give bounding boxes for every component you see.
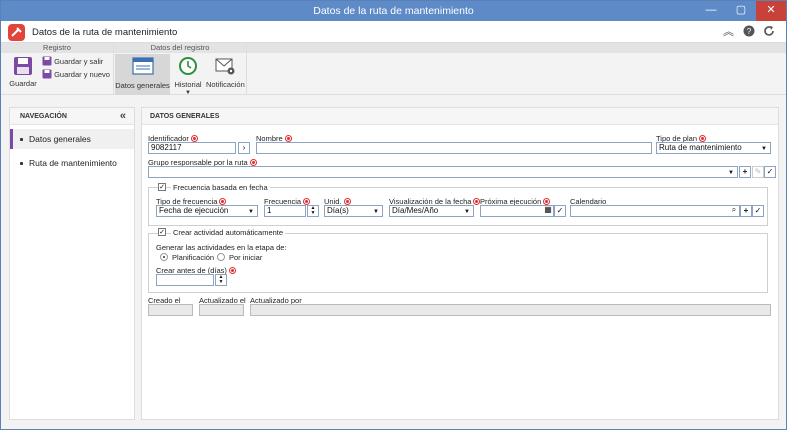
clear-icon[interactable]: ✓ [764, 166, 776, 178]
clear-date-icon[interactable]: ✓ [554, 205, 566, 217]
actualizado-field [199, 304, 244, 316]
historial-button[interactable]: Historial ▼ [173, 56, 203, 98]
radio-por-iniciar-label: Por iniciar [229, 253, 263, 262]
ribbon-empty-area [247, 43, 786, 95]
radio-por-iniciar[interactable] [217, 253, 225, 261]
guardar-nuevo-button[interactable]: Guardar y nuevo [42, 69, 110, 80]
ribbon-toolbar: Registro Datos del registro Guardar Guar… [1, 43, 786, 98]
ribbon-group-title: Datos del registro [114, 43, 246, 53]
nav-header: NAVEGACIÓN « [10, 108, 134, 125]
save-exit-icon [42, 56, 52, 66]
actividad-checkbox[interactable]: ✓ [158, 228, 166, 236]
edit-icon[interactable]: ✎ [752, 166, 764, 178]
frecuencia-field[interactable]: 1 [264, 205, 306, 217]
required-icon [219, 198, 227, 205]
required-icon [343, 198, 351, 205]
notificacion-label: Notificación [206, 80, 245, 89]
guardar-salir-button[interactable]: Guardar y salir [42, 56, 103, 67]
help-icon[interactable]: ? [743, 25, 755, 41]
crear-antes-field[interactable] [156, 274, 214, 286]
required-icon [228, 267, 236, 274]
app-header: Datos de la ruta de mantenimiento ︽ ? [1, 21, 786, 43]
collapse-icon[interactable]: ︽ [723, 25, 734, 39]
close-button[interactable]: ✕ [756, 1, 786, 21]
ribbon-group-title: Registro [1, 43, 113, 53]
guardar-label: Guardar [9, 79, 37, 88]
actividad-section-label: Crear actividad automáticamente [171, 228, 286, 237]
refresh-icon[interactable] [763, 25, 775, 41]
frecuencia-section-label: Frecuencia basada en fecha [171, 183, 270, 192]
add-calendar-icon[interactable]: + [740, 205, 752, 217]
section-title: DATOS GENERALES [142, 108, 778, 125]
application-window: Datos de la ruta de mantenimiento — ▢ ✕ … [0, 0, 787, 430]
required-icon [284, 135, 292, 142]
maximize-button[interactable]: ▢ [726, 1, 756, 21]
notificacion-button[interactable]: Notificación [206, 56, 245, 89]
datos-generales-button[interactable]: Datos generales [115, 54, 170, 95]
search-icon[interactable]: ⌕ [728, 205, 740, 217]
mail-gear-icon [215, 56, 235, 76]
required-icon [543, 198, 551, 205]
required-icon [190, 135, 198, 142]
save-new-icon [42, 69, 52, 79]
clear-calendar-icon[interactable]: ✓ [752, 205, 764, 217]
form-window-icon [131, 57, 154, 75]
required-icon [699, 135, 707, 142]
creado-field [148, 304, 193, 316]
chevron-down-icon: ▼ [185, 90, 191, 96]
window-title: Datos de la ruta de mantenimiento [313, 5, 474, 17]
required-icon [303, 198, 311, 205]
tipo-plan-select[interactable]: Ruta de mantenimiento [656, 142, 771, 154]
identificador-field[interactable]: 9082117 [148, 142, 236, 154]
crear-antes-stepper[interactable]: ▲ ▼ [215, 274, 227, 286]
historial-label: Historial [174, 80, 202, 89]
tipo-frecuencia-select[interactable]: Fecha de ejecución [156, 205, 258, 217]
collapse-nav-icon[interactable]: « [120, 108, 126, 125]
minimize-button[interactable]: — [696, 1, 726, 21]
unid-select[interactable]: Día(s) [324, 205, 383, 217]
actividad-fieldset [148, 233, 768, 293]
generar-label: Generar las actividades en la etapa de: [156, 243, 287, 252]
required-icon [249, 159, 257, 166]
svg-text:?: ? [747, 27, 752, 36]
guardar-salir-label: Guardar y salir [54, 57, 104, 66]
add-icon[interactable]: + [739, 166, 751, 178]
app-logo-icon [8, 24, 25, 41]
actualizado-por-field [250, 304, 771, 316]
grupo-select[interactable] [148, 166, 738, 178]
navigation-panel: NAVEGACIÓN « Datos generales Ruta de man… [9, 107, 135, 420]
next-identifier-button[interactable]: › [238, 142, 250, 154]
guardar-nuevo-label: Guardar y nuevo [54, 70, 110, 79]
nav-title: NAVEGACIÓN [20, 113, 67, 120]
frecuencia-stepper[interactable]: ▲ ▼ [307, 205, 319, 217]
page-title: Datos de la ruta de mantenimiento [32, 27, 178, 38]
save-icon [13, 56, 33, 76]
main-panel: DATOS GENERALES Identificador 9082117 › … [141, 107, 779, 420]
calendar-icon[interactable]: ▦ [542, 205, 554, 217]
nombre-field[interactable] [256, 142, 652, 154]
visualizacion-select[interactable]: Día/Mes/Año [389, 205, 474, 217]
nav-item-datos-generales[interactable]: Datos generales [10, 129, 134, 149]
title-bar: Datos de la ruta de mantenimiento — ▢ ✕ [1, 1, 786, 21]
calendario-field[interactable] [570, 205, 740, 217]
history-clock-icon [178, 56, 198, 76]
guardar-button[interactable]: Guardar [7, 56, 39, 88]
radio-planificacion-label: Planificación [172, 253, 215, 262]
datos-generales-label: Datos generales [115, 81, 170, 90]
frecuencia-checkbox[interactable]: ✓ [158, 183, 166, 191]
radio-planificacion[interactable] [160, 253, 168, 261]
nav-item-ruta-mantenimiento[interactable]: Ruta de mantenimiento [10, 153, 134, 173]
